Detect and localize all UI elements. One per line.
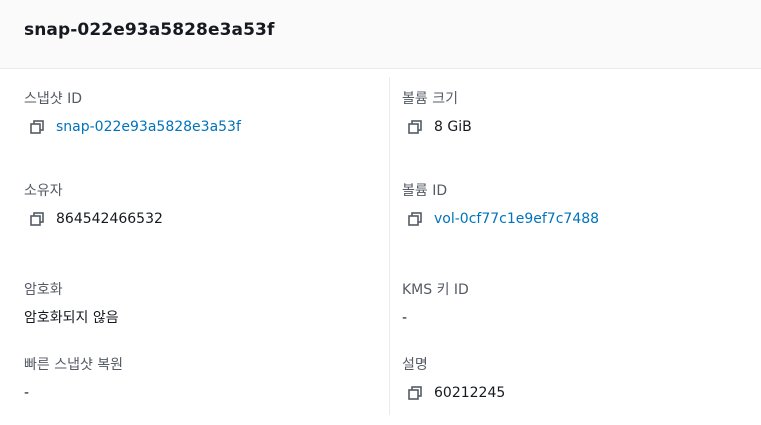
volume-id-field: 볼륨 ID vol-0cf77c1e9ef7c7488 — [402, 181, 599, 229]
kms-key-id-field: KMS 키 ID - — [402, 280, 469, 328]
page-header: snap-022e93a5828e3a53f — [0, 0, 761, 69]
volume-id-label: 볼륨 ID — [402, 183, 448, 199]
encryption-value: 암호화되지 않음 — [24, 310, 119, 326]
description-label: 설명 — [402, 357, 428, 373]
volume-id-link[interactable]: vol-0cf77c1e9ef7c7488 — [434, 209, 599, 229]
volume-size-field: 볼륨 크기 8 GiB — [402, 89, 472, 137]
page-title: snap-022e93a5828e3a53f — [24, 20, 275, 40]
description-value: 60212245 — [434, 385, 506, 401]
copy-icon[interactable] — [407, 211, 423, 227]
snapshot-id-field: 스냅샷 ID snap-022e93a5828e3a53f — [24, 89, 241, 137]
description-field: 설명 60212245 — [402, 355, 505, 403]
copy-icon[interactable] — [29, 119, 45, 135]
kms-key-id-label: KMS 키 ID — [402, 282, 469, 298]
fast-restore-field: 빠른 스냅샷 복원 - — [24, 355, 123, 403]
snapshot-id-label: 스냅샷 ID — [24, 91, 82, 107]
encryption-label: 암호화 — [24, 282, 63, 298]
owner-field: 소유자 864542466532 — [24, 181, 163, 229]
owner-value: 864542466532 — [56, 211, 163, 227]
encryption-field: 암호화 암호화되지 않음 — [24, 280, 119, 328]
column-divider — [389, 77, 390, 415]
owner-label: 소유자 — [24, 183, 63, 199]
copy-icon[interactable] — [407, 385, 423, 401]
snapshot-id-link[interactable]: snap-022e93a5828e3a53f — [56, 117, 241, 137]
fast-restore-label: 빠른 스냅샷 복원 — [24, 357, 124, 373]
copy-icon[interactable] — [407, 119, 423, 135]
volume-size-value: 8 GiB — [434, 119, 472, 135]
copy-icon[interactable] — [29, 211, 45, 227]
volume-size-label: 볼륨 크기 — [402, 91, 458, 107]
fast-restore-value: - — [24, 385, 30, 401]
kms-key-id-value: - — [402, 310, 408, 326]
